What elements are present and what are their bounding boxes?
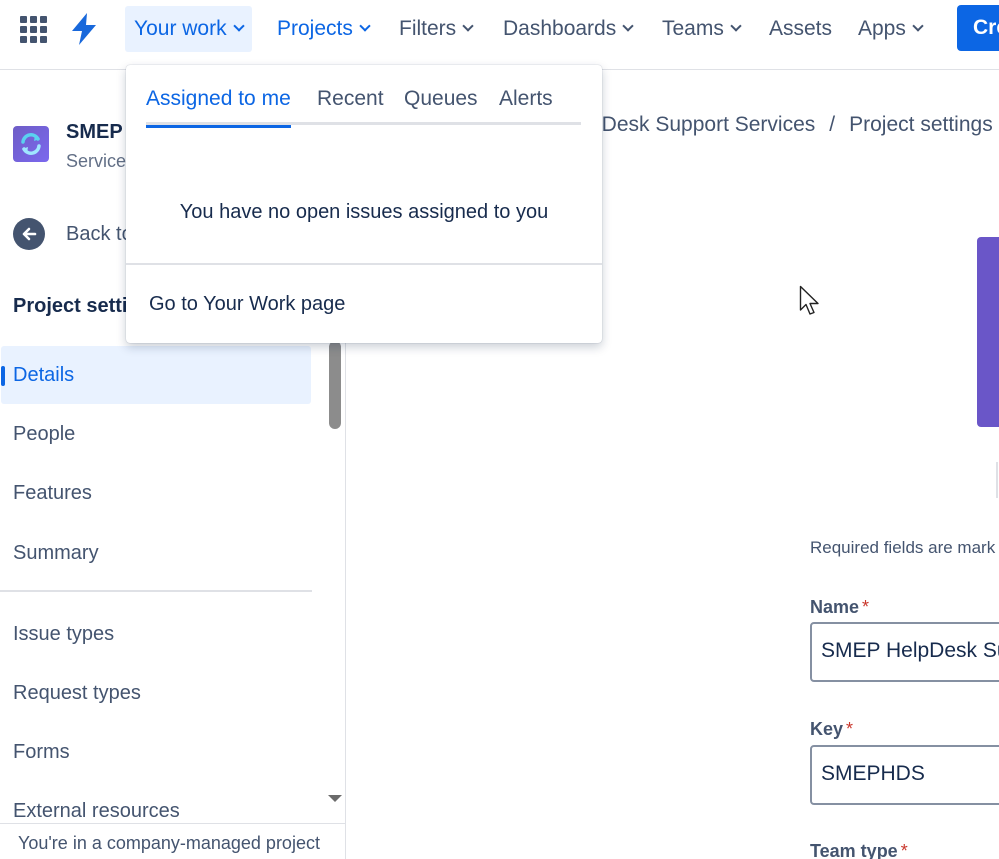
team-type-label-text: Team type bbox=[810, 841, 898, 859]
dropdown-tabs: Assigned to me Recent Queues Alerts bbox=[146, 87, 581, 125]
key-input[interactable]: SMEPHDS bbox=[810, 745, 999, 805]
tab-alerts[interactable]: Alerts bbox=[499, 87, 553, 125]
scroll-down-arrow-icon[interactable] bbox=[328, 795, 342, 802]
tab-label: Assigned to me bbox=[146, 87, 291, 110]
key-label-text: Key bbox=[810, 719, 843, 739]
back-to-project-link[interactable]: Back to bbox=[13, 218, 133, 250]
sidebar-item-label: Request types bbox=[13, 682, 141, 705]
sidebar-item-request-types[interactable]: Request types bbox=[1, 664, 311, 722]
project-name: SMEP bbox=[66, 121, 123, 144]
mouse-pointer-icon bbox=[799, 285, 821, 317]
nav-dashboards[interactable]: Dashboards bbox=[494, 6, 641, 52]
name-label-text: Name bbox=[810, 597, 859, 617]
project-settings-heading: Project setti bbox=[13, 295, 127, 318]
chevron-down-icon bbox=[233, 20, 244, 31]
chevron-down-icon bbox=[730, 20, 741, 31]
app-switcher-icon[interactable] bbox=[20, 16, 47, 43]
jira-logo-icon[interactable] bbox=[68, 12, 100, 46]
project-sync-icon bbox=[17, 130, 45, 158]
required-fields-note: Required fields are mark bbox=[810, 538, 995, 558]
nav-apps[interactable]: Apps bbox=[849, 6, 931, 52]
project-avatar-preview bbox=[977, 237, 999, 427]
nav-filters[interactable]: Filters bbox=[390, 6, 481, 52]
top-navigation: Your work Projects Filters Dashboards Te… bbox=[0, 0, 999, 70]
back-label: Back to bbox=[66, 223, 133, 246]
empty-state-message: You have no open issues assigned to you bbox=[126, 201, 602, 224]
nav-filters-label: Filters bbox=[399, 17, 456, 41]
chevron-down-icon bbox=[912, 20, 923, 31]
sidebar-item-label: External resources bbox=[13, 800, 180, 823]
project-type: Service bbox=[66, 151, 126, 172]
required-asterisk: * bbox=[846, 719, 853, 739]
sidebar-item-forms[interactable]: Forms bbox=[1, 723, 311, 781]
sidebar-item-label: Summary bbox=[13, 542, 99, 565]
sidebar-item-people[interactable]: People bbox=[1, 405, 311, 463]
nav-your-work-label: Your work bbox=[134, 17, 227, 41]
sidebar-item-features[interactable]: Features bbox=[1, 464, 311, 522]
sidebar-item-issue-types[interactable]: Issue types bbox=[1, 605, 311, 663]
project-avatar bbox=[13, 126, 49, 162]
create-button-label: Cre bbox=[973, 16, 999, 40]
sidebar-item-summary[interactable]: Summary bbox=[1, 524, 311, 582]
nav-assets[interactable]: Assets bbox=[760, 6, 841, 52]
company-managed-note: You're in a company-managed project bbox=[18, 833, 320, 853]
tab-label: Recent bbox=[317, 87, 384, 110]
nav-assets-label: Assets bbox=[769, 17, 832, 41]
sidebar-item-label: People bbox=[13, 423, 75, 446]
create-button[interactable]: Cre bbox=[957, 5, 999, 51]
key-input-value: SMEPHDS bbox=[821, 762, 925, 785]
tab-assigned-to-me[interactable]: Assigned to me bbox=[146, 87, 291, 125]
nav-teams-label: Teams bbox=[662, 17, 724, 41]
required-asterisk: * bbox=[901, 841, 908, 859]
nav-apps-label: Apps bbox=[858, 17, 906, 41]
tab-recent[interactable]: Recent bbox=[317, 87, 384, 125]
nav-your-work[interactable]: Your work bbox=[125, 6, 252, 52]
sidebar-item-label: Features bbox=[13, 482, 92, 505]
sidebar-item-details[interactable]: Details bbox=[1, 346, 311, 404]
dropdown-divider bbox=[126, 263, 602, 265]
sidebar-divider bbox=[0, 590, 312, 592]
your-work-dropdown: Assigned to me Recent Queues Alerts You … bbox=[126, 65, 602, 343]
team-type-field-label: Team type* bbox=[810, 841, 908, 859]
breadcrumb-current[interactable]: Project settings bbox=[849, 113, 993, 137]
sidebar-item-label: Details bbox=[13, 364, 74, 387]
tab-label: Alerts bbox=[499, 87, 553, 110]
nav-dashboards-label: Dashboards bbox=[503, 17, 616, 41]
breadcrumb: pDesk Support Services / Project setting… bbox=[590, 113, 993, 137]
go-to-your-work-link[interactable]: Go to Your Work page bbox=[149, 293, 345, 316]
chevron-down-icon bbox=[359, 20, 370, 31]
required-asterisk: * bbox=[862, 597, 869, 617]
name-input[interactable]: SMEP HelpDesk Sup bbox=[810, 622, 999, 682]
tab-label: Queues bbox=[404, 87, 478, 110]
key-field-label: Key* bbox=[810, 719, 853, 740]
nav-projects[interactable]: Projects bbox=[268, 6, 378, 52]
sidebar-scrollbar-thumb[interactable] bbox=[329, 341, 341, 429]
breadcrumb-separator: / bbox=[829, 113, 835, 137]
breadcrumb-project-link[interactable]: pDesk Support Services bbox=[590, 113, 815, 137]
name-field-label: Name* bbox=[810, 597, 869, 618]
chevron-down-icon bbox=[463, 20, 474, 31]
nav-teams[interactable]: Teams bbox=[653, 6, 749, 52]
sidebar-item-label: Issue types bbox=[13, 623, 114, 646]
chevron-down-icon bbox=[623, 20, 634, 31]
tab-queues[interactable]: Queues bbox=[404, 87, 478, 125]
nav-projects-label: Projects bbox=[277, 17, 353, 41]
sidebar-item-label: Forms bbox=[13, 741, 70, 764]
name-input-value: SMEP HelpDesk Sup bbox=[821, 639, 999, 662]
sidebar-footer: You're in a company-managed project bbox=[0, 823, 346, 859]
arrow-left-icon bbox=[13, 218, 45, 250]
